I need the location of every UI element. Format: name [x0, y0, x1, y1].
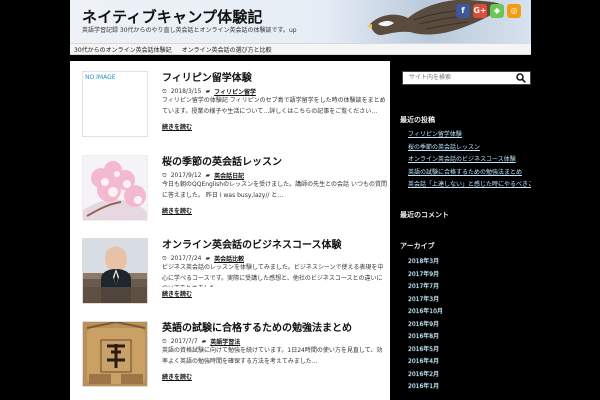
main-content: NO IMAGE フィリピン留学体験 ⏲ 2018/3/15 ▰ フィリピン留学… [70, 61, 390, 400]
archive-item[interactable]: 2016年10月 [408, 306, 531, 319]
archive-list: 2018年3月 2017年9月 2017年7月 2017年3月 2016年10月… [408, 256, 531, 394]
post-card: オンライン英会話のビジネスコース体験 ⏲ 2017/7/24 ▰ 英会話比較 ビ… [82, 228, 383, 306]
site-header: ネイティブキャンプ体験記 英語学習記録 30代からのやり直し英会話とオンライン英… [70, 0, 531, 43]
post-date: 2017/7/24 [170, 255, 202, 262]
post-meta: ⏲ 2017/7/7 ▰ 英語学習法 [162, 337, 240, 347]
read-more-link[interactable]: 続きを読む [162, 206, 192, 215]
facebook-icon[interactable]: f [456, 4, 470, 18]
post-title[interactable]: 桜の季節の英会話レッスン [162, 153, 378, 168]
folder-icon: ▰ [201, 338, 207, 345]
post-title[interactable]: フィリピン留学体験 [162, 69, 378, 84]
archive-title: アーカイブ [400, 242, 435, 250]
folder-icon: ▰ [205, 172, 211, 179]
recent-posts-list: フィリピン留学体験 桜の季節の英会話レッスン オンライン英会話のビジネスコース体… [408, 129, 531, 192]
rss-icon[interactable]: ◎ [507, 4, 521, 18]
post-title[interactable]: 英語の試験に合格するための勉強法まとめ [162, 319, 378, 334]
post-card: NO IMAGE フィリピン留学体験 ⏲ 2018/3/15 ▰ フィリピン留学… [82, 61, 386, 139]
clock-icon: ⏲ [162, 254, 167, 262]
archive-item[interactable]: 2018年3月 [408, 256, 531, 269]
google-plus-icon[interactable]: G+ [473, 4, 487, 18]
clock-icon: ⏲ [162, 337, 167, 345]
folder-icon: ▰ [205, 88, 211, 95]
post-meta: ⏲ 2018/3/15 ▰ フィリピン留学 [162, 87, 256, 97]
feedly-icon[interactable]: ◆ [490, 4, 504, 18]
folder-icon: ▰ [205, 255, 211, 262]
recent-post-item[interactable]: 英語の試験に合格するための勉強法まとめ [408, 167, 531, 180]
archive-item[interactable]: 2016年1月 [408, 381, 531, 394]
post-card: 桜の季節の英会話レッスン ⏲ 2017/9/12 ▰ 英会話日記 今日も朝のQQ… [82, 145, 387, 223]
recent-post-item[interactable]: 桜の季節の英会話レッスン [408, 142, 531, 155]
post-category[interactable]: フィリピン留学 [214, 87, 256, 96]
post-category[interactable]: 英語学習法 [210, 337, 240, 346]
post-meta: ⏲ 2017/7/24 ▰ 英会話比較 [162, 254, 244, 264]
post-thumbnail[interactable] [82, 155, 148, 221]
post-title[interactable]: オンライン英会話のビジネスコース体験 [162, 236, 378, 251]
archive-item[interactable]: 2016年4月 [408, 356, 531, 369]
post-excerpt: 英語の資格試験に向けて勉強を続けています。1日24時間の使い方を見直して、効率よ… [162, 347, 383, 365]
recent-comments-title: 最近のコメント [400, 211, 449, 219]
post-excerpt: 今日も朝のQQEnglishのレッスンを受けました。講師の先生との会話 いつもの… [162, 181, 387, 199]
archive-item[interactable]: 2017年3月 [408, 294, 531, 307]
recent-post-item[interactable]: フィリピン留学体験 [408, 129, 531, 142]
nav-item-1[interactable]: 30代からのオンライン英会話体験記 [74, 45, 172, 54]
post-excerpt: フィリピン留学の体験記 フィリピンのセブ島で語学留学をした時の体験談をまとめてい… [162, 97, 386, 115]
post-date: 2017/9/12 [170, 172, 202, 179]
business-image [83, 239, 147, 303]
sakura-image [83, 156, 147, 220]
site-title[interactable]: ネイティブキャンプ体験記 [82, 6, 263, 27]
nav-item-2[interactable]: オンライン英会話の選び方と比較 [182, 45, 272, 54]
search-box [402, 71, 531, 85]
archive-item[interactable]: 2017年7月 [408, 281, 531, 294]
sidebar: 最近の投稿 フィリピン留学体験 桜の季節の英会話レッスン オンライン英会話のビジ… [400, 61, 531, 400]
post-category[interactable]: 英会話比較 [214, 254, 244, 263]
archive-item[interactable]: 2017年9月 [408, 269, 531, 282]
post-thumbnail[interactable] [82, 321, 148, 387]
no-image-label: NO IMAGE [85, 74, 116, 81]
archive-item[interactable]: 2016年9月 [408, 319, 531, 332]
social-links: f G+ ◆ ◎ [456, 4, 521, 18]
post-excerpt: ビジネス英会話のレッスンを体験してみました。ビジネスシーンで使える表現を中心に学… [162, 264, 384, 287]
archive-item[interactable]: 2016年2月 [408, 369, 531, 382]
post-card: 英語の試験に合格するための勉強法まとめ ⏲ 2017/7/7 ▰ 英語学習法 英… [82, 311, 382, 389]
recent-post-item[interactable]: 英会話「上達しない」と感じた時にやるべきこと [408, 179, 531, 192]
search-icon[interactable] [516, 73, 526, 83]
post-date: 2017/7/7 [170, 338, 198, 345]
post-thumbnail[interactable]: NO IMAGE [82, 71, 148, 137]
clock-icon: ⏲ [162, 87, 167, 95]
read-more-link[interactable]: 続きを読む [162, 122, 192, 131]
read-more-link[interactable]: 続きを読む [162, 289, 192, 298]
post-date: 2018/3/15 [170, 88, 202, 95]
post-category[interactable]: 英会話日記 [214, 171, 244, 180]
archive-item[interactable]: 2016年5月 [408, 344, 531, 357]
post-meta: ⏲ 2017/9/12 ▰ 英会話日記 [162, 171, 244, 181]
post-thumbnail[interactable] [82, 238, 148, 304]
site-description: 英語学習記録 30代からのやり直し英会話とオンライン英会話の体験談です。up [82, 27, 297, 34]
clock-icon: ⏲ [162, 171, 167, 179]
global-nav: 30代からのオンライン英会話体験記 オンライン英会話の選び方と比較 [70, 43, 531, 55]
read-more-link[interactable]: 続きを読む [162, 372, 192, 381]
recent-posts-title: 最近の投稿 [400, 116, 435, 124]
ema-plaque-image [83, 322, 147, 386]
search-input[interactable] [403, 72, 513, 84]
recent-post-item[interactable]: オンライン英会話のビジネスコース体験 [408, 154, 531, 167]
archive-item[interactable]: 2016年8月 [408, 331, 531, 344]
